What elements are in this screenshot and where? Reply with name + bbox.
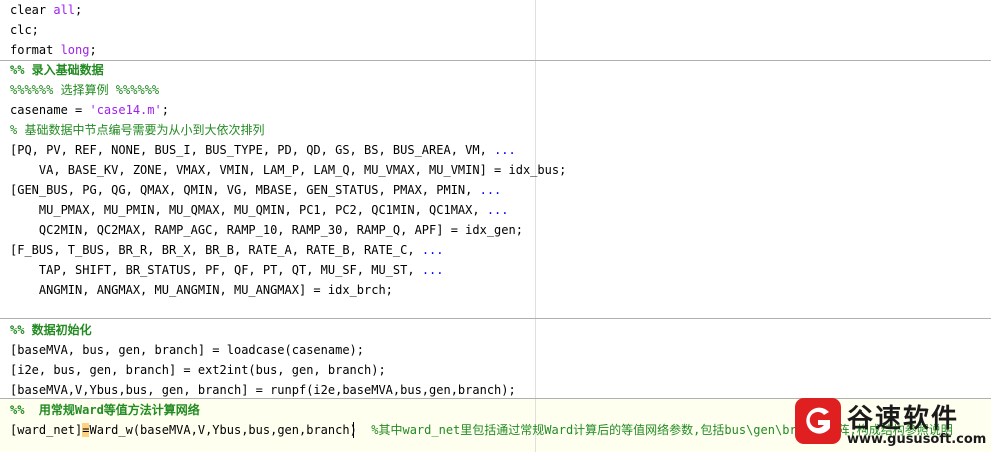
code-text: [F_BUS, T_BUS, BR_R, BR_X, BR_B, RATE_A,… bbox=[10, 243, 422, 257]
code-text: [PQ, PV, REF, NONE, BUS_I, BUS_TYPE, PD,… bbox=[10, 143, 495, 157]
code-line[interactable]: TAP, SHIFT, BR_STATUS, PF, QF, PT, QT, M… bbox=[10, 260, 444, 280]
code-comment: % 基础数据中节点编号需要为从小到大依次排列 bbox=[10, 123, 265, 137]
code-text: ; bbox=[161, 103, 169, 117]
code-text: casename = bbox=[10, 103, 90, 117]
code-line[interactable]: clear all; bbox=[10, 0, 82, 20]
watermark: 谷速软件 www.gususoft.com bbox=[795, 396, 991, 452]
watermark-url: www.gususoft.com bbox=[847, 432, 987, 447]
code-text: ; bbox=[89, 43, 97, 57]
code-text: clc; bbox=[10, 23, 39, 37]
code-line[interactable]: [i2e, bus, gen, branch] = ext2int(bus, g… bbox=[10, 360, 386, 380]
code-keyword: ... bbox=[421, 263, 444, 277]
code-line[interactable]: [GEN_BUS, PG, QG, QMAX, QMIN, VG, MBASE,… bbox=[10, 180, 501, 200]
code-text: MU_PMAX, MU_PMIN, MU_QMAX, MU_QMIN, PC1,… bbox=[10, 203, 487, 217]
code-keyword: ... bbox=[479, 183, 502, 197]
code-line[interactable]: [baseMVA, bus, gen, branch] = loadcase(c… bbox=[10, 340, 364, 360]
gususoft-logo-icon bbox=[795, 398, 841, 444]
code-text: [i2e, bus, gen, branch] = ext2int(bus, g… bbox=[10, 363, 386, 377]
code-line[interactable]: VA, BASE_KV, ZONE, VMAX, VMIN, LAM_P, LA… bbox=[10, 160, 566, 180]
code-text: clear bbox=[10, 3, 54, 17]
code-line[interactable]: %%%%%% 选择算例 %%%%%% bbox=[10, 80, 159, 100]
code-string: all bbox=[53, 3, 76, 17]
code-line[interactable]: casename = 'case14.m'; bbox=[10, 100, 169, 120]
code-comment: %%%%%% 选择算例 %%%%%% bbox=[10, 83, 160, 97]
code-keyword: ... bbox=[494, 143, 516, 157]
cell-title: %% 录入基础数据 bbox=[10, 63, 104, 77]
code-text: VA, BASE_KV, ZONE, VMAX, VMIN, LAM_P, LA… bbox=[10, 163, 567, 177]
code-string: 'case14.m' bbox=[89, 103, 162, 117]
code-line[interactable]: MU_PMAX, MU_PMIN, MU_QMAX, MU_QMIN, PC1,… bbox=[10, 200, 509, 220]
watermark-title: 谷速软件 bbox=[847, 404, 960, 434]
right-margin-line bbox=[535, 0, 536, 452]
code-line[interactable]: [F_BUS, T_BUS, BR_R, BR_X, BR_B, RATE_A,… bbox=[10, 240, 444, 260]
code-line[interactable]: format long; bbox=[10, 40, 97, 60]
code-line[interactable]: % 基础数据中节点编号需要为从小到大依次排列 bbox=[10, 120, 264, 140]
cell-title: %% 数据初始化 bbox=[10, 323, 92, 337]
code-keyword: ... bbox=[486, 203, 509, 217]
code-line[interactable]: %% 用常规Ward等值方法计算网络 bbox=[10, 400, 200, 420]
cell-title: %% 用常规Ward等值方法计算网络 bbox=[10, 403, 200, 417]
code-text: ANGMIN, ANGMAX, MU_ANGMIN, MU_ANGMAX] = … bbox=[10, 283, 393, 297]
code-text: [GEN_BUS, PG, QG, QMAX, QMIN, VG, MBASE,… bbox=[10, 183, 480, 197]
code-text: TAP, SHIFT, BR_STATUS, PF, QF, PT, QT, M… bbox=[10, 263, 422, 277]
code-line[interactable]: %% 录入基础数据 bbox=[10, 60, 104, 80]
code-text: ; bbox=[75, 3, 83, 17]
code-editor[interactable]: clear all; clc; format long; %% 录入基础数据%%%%%… bbox=[0, 0, 991, 452]
cell-divider-2 bbox=[0, 318, 991, 319]
code-text: [baseMVA, bus, gen, branch] = loadcase(c… bbox=[10, 343, 365, 357]
code-line[interactable]: [baseMVA,V,Ybus,bus, gen, branch] = runp… bbox=[10, 380, 516, 400]
code-text: [baseMVA,V,Ybus,bus, gen, branch] = runp… bbox=[10, 383, 516, 397]
code-text: [ward_net] bbox=[10, 423, 83, 437]
code-line[interactable]: clc; bbox=[10, 20, 39, 40]
code-line[interactable]: ANGMIN, ANGMAX, MU_ANGMIN, MU_ANGMAX] = … bbox=[10, 280, 393, 300]
code-text: format bbox=[10, 43, 61, 57]
code-text: QC2MIN, QC2MAX, RAMP_AGC, RAMP_10, RAMP_… bbox=[10, 223, 523, 237]
code-keyword: ... bbox=[421, 243, 444, 257]
code-text: Ward_w(baseMVA,V,Ybus,bus,gen,branch) bbox=[89, 423, 372, 437]
code-line[interactable]: QC2MIN, QC2MAX, RAMP_AGC, RAMP_10, RAMP_… bbox=[10, 220, 523, 240]
code-line[interactable]: %% 数据初始化 bbox=[10, 320, 92, 340]
code-line[interactable]: [PQ, PV, REF, NONE, BUS_I, BUS_TYPE, PD,… bbox=[10, 140, 516, 160]
code-string: long bbox=[60, 43, 90, 57]
cell-divider-1 bbox=[0, 60, 991, 61]
